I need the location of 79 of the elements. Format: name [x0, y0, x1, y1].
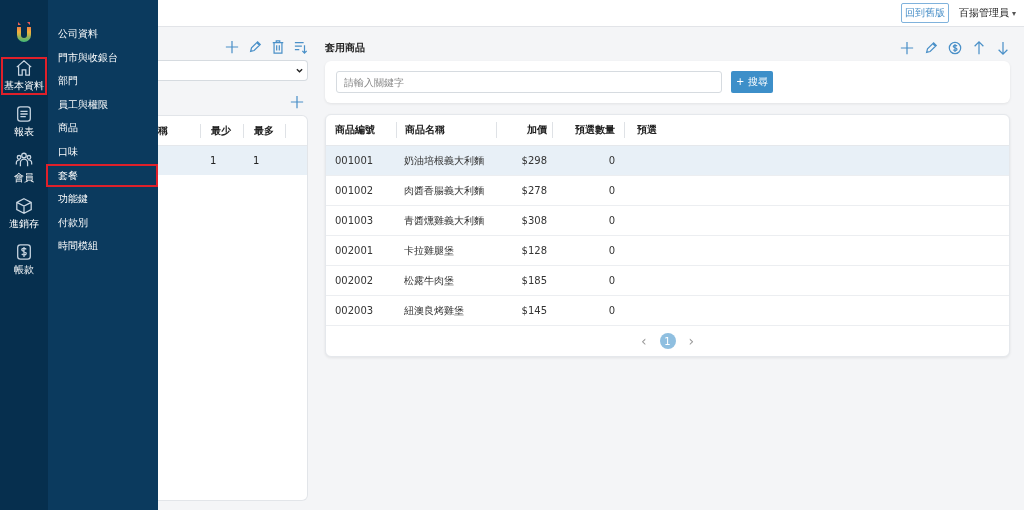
table-cell: 奶油培根義大利麵: [404, 154, 484, 166]
table-row[interactable]: 001003 青醬燻雞義大利麵 $308 0: [326, 206, 1009, 236]
table-cell: 001002: [335, 184, 374, 196]
column-header: 商品編號: [334, 123, 376, 137]
table-cell: $278: [521, 184, 547, 196]
table-row[interactable]: 001001 奶油培根義大利麵 $298 0: [326, 146, 1009, 176]
rail-item[interactable]: 帳款: [1, 241, 47, 279]
home-icon: [15, 59, 33, 77]
table-cell: 002001: [335, 244, 374, 256]
column-header: 最少: [200, 123, 243, 138]
add-icon[interactable]: [225, 40, 239, 54]
dollar-icon: [15, 243, 33, 261]
table-cell: 002002: [335, 274, 374, 286]
add-icon[interactable]: [290, 95, 304, 109]
table-cell: 0: [608, 184, 615, 196]
pencil-icon[interactable]: [248, 40, 262, 54]
table-cell: $128: [521, 244, 547, 256]
submenu-item[interactable]: 公司資料: [46, 22, 158, 46]
table-cell: 1: [210, 155, 217, 166]
table-cell: 0: [608, 154, 615, 166]
table-cell: 001001: [335, 154, 374, 166]
chevron-down-icon: [296, 68, 303, 73]
box-icon: [15, 197, 33, 215]
pencil-icon[interactable]: [924, 41, 938, 55]
user-menu[interactable]: 百揚管理員 ▾: [958, 6, 1016, 20]
table-cell: 0: [608, 274, 615, 286]
submenu-item[interactable]: 員工與權限: [46, 92, 158, 117]
submenu-item[interactable]: 時間模組: [46, 234, 158, 258]
column-header: 加價: [496, 122, 552, 138]
search-button[interactable]: + 搜尋: [731, 71, 773, 93]
table-row[interactable]: 1 1: [158, 146, 307, 175]
rail-item[interactable]: 會員: [1, 149, 47, 187]
document-icon: [15, 105, 33, 123]
submenu-item[interactable]: 口味: [46, 139, 158, 164]
submenu-item[interactable]: 功能鍵: [46, 187, 158, 211]
table-cell: 0: [608, 304, 615, 316]
table-row[interactable]: 002001 卡拉雞腿堡 $128 0: [326, 236, 1009, 266]
people-icon: [15, 151, 33, 169]
add-icon[interactable]: [900, 41, 914, 55]
submenu-item[interactable]: 門市與收銀台: [46, 45, 158, 70]
table-cell: $185: [521, 274, 547, 286]
table-cell: 青醬燻雞義大利麵: [404, 214, 484, 226]
table-cell: 001003: [335, 214, 374, 226]
rail-item[interactable]: 進銷存: [1, 195, 47, 233]
column-header: 最多: [243, 123, 286, 138]
table-cell: 松露牛肉堡: [404, 274, 454, 286]
table-cell: $308: [521, 214, 547, 226]
dollar-icon[interactable]: [948, 41, 962, 55]
table-cell: 卡拉雞腿堡: [404, 244, 454, 256]
table-row[interactable]: 001002 肉醬香腸義大利麵 $278 0: [326, 176, 1009, 206]
table-cell: 1: [253, 155, 260, 166]
rail-item[interactable]: 報表: [1, 103, 47, 141]
column-header: 預選數量: [552, 122, 624, 138]
submenu-item[interactable]: 套餐: [46, 163, 158, 188]
column-header: 預選: [624, 122, 657, 138]
table-cell: 0: [608, 244, 615, 256]
table-cell: 紐澳良烤雞堡: [404, 304, 464, 316]
table-row[interactable]: 002002 松露牛肉堡 $185 0: [326, 266, 1009, 296]
select-field[interactable]: [158, 60, 308, 81]
trash-icon[interactable]: [271, 40, 285, 54]
arrow-down-icon[interactable]: [996, 41, 1010, 55]
column-header: 商品名稱: [396, 122, 496, 138]
logo-icon: [16, 22, 32, 42]
submenu-item[interactable]: 部門: [46, 69, 158, 93]
submenu-item[interactable]: 付款別: [46, 210, 158, 235]
search-field[interactable]: 請輸入關鍵字: [336, 71, 722, 93]
arrow-up-icon[interactable]: [972, 41, 986, 55]
sort-icon[interactable]: [294, 40, 308, 54]
section-title: 套用商品: [325, 41, 365, 55]
submenu-item[interactable]: 商品: [46, 116, 158, 140]
table-cell: 0: [608, 214, 615, 226]
column-header: 稱: [158, 123, 169, 138]
table-cell: $298: [521, 154, 547, 166]
table-cell: 002003: [335, 304, 374, 316]
table-row[interactable]: 002003 紐澳良烤雞堡 $145 0: [326, 296, 1009, 326]
rail-item[interactable]: 基本資料: [1, 57, 47, 95]
table-cell: $145: [521, 304, 547, 316]
old-version-button[interactable]: 回到舊版: [900, 3, 949, 23]
table-cell: 肉醬香腸義大利麵: [404, 184, 484, 196]
